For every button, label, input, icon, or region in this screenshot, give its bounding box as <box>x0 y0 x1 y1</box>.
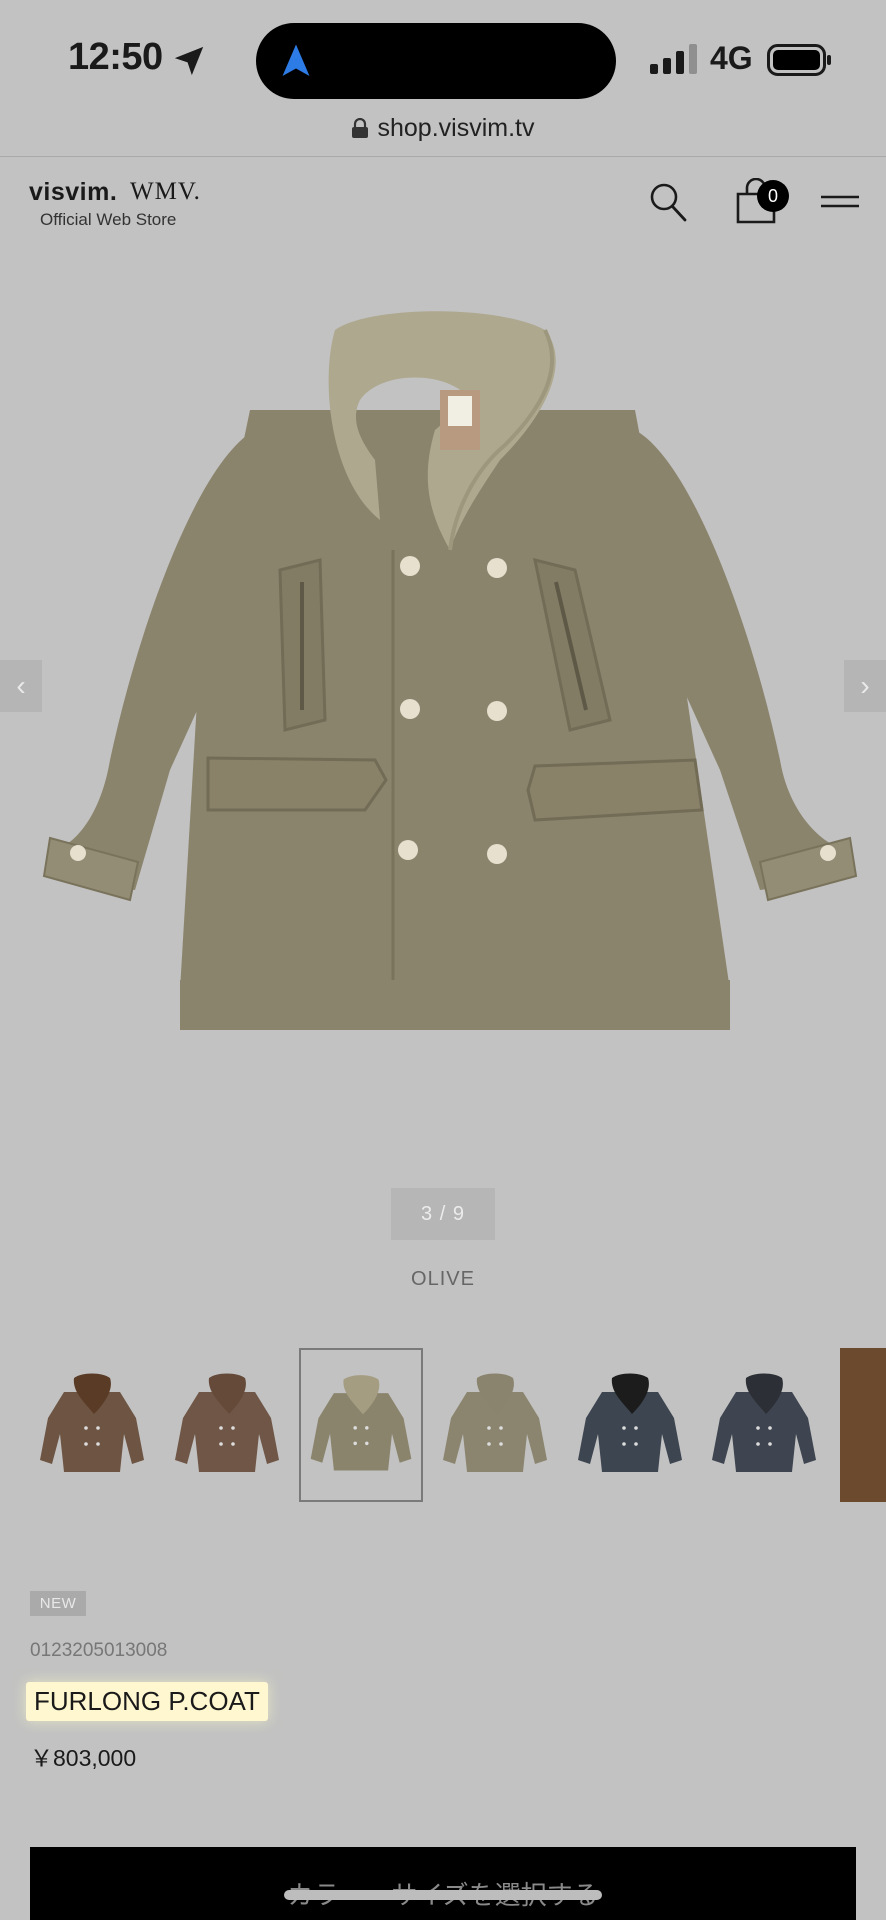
url-text: shop.visvim.tv <box>377 113 535 142</box>
color-name: OLIVE <box>411 1268 475 1290</box>
search-icon[interactable] <box>648 181 688 223</box>
thumb-navy[interactable] <box>702 1348 826 1502</box>
product-code: 0123205013008 <box>30 1640 168 1661</box>
wmv-logo[interactable]: WMV. <box>130 178 201 206</box>
next-image-button[interactable]: › <box>844 660 886 712</box>
thumb-olive[interactable] <box>433 1348 557 1502</box>
location-arrow-icon <box>174 46 204 76</box>
thumb-navy-black-collar[interactable] <box>568 1348 692 1502</box>
divider <box>0 156 886 157</box>
product-price: ￥803,000 <box>30 1745 137 1771</box>
navigation-arrow-icon <box>282 44 310 76</box>
battery-icon <box>767 44 831 76</box>
hamburger-menu-icon[interactable] <box>820 192 860 212</box>
thumb-olive-shearling[interactable] <box>299 1348 423 1502</box>
cellular-signal-icon <box>650 44 697 74</box>
thumb-brown-fur-collar[interactable] <box>30 1348 154 1502</box>
image-counter: 3 / 9 <box>391 1188 495 1240</box>
new-badge: NEW <box>30 1591 86 1616</box>
url-bar[interactable]: shop.visvim.tv <box>0 108 886 148</box>
select-color-size-button[interactable]: カラー・サイズを選択する <box>30 1847 856 1920</box>
network-type: 4G <box>710 40 753 76</box>
previous-image-button[interactable]: ‹ <box>0 660 42 712</box>
product-image[interactable] <box>30 290 860 1050</box>
thumb-brown[interactable] <box>165 1348 289 1502</box>
status-time: 12:50 <box>68 36 163 78</box>
store-subtitle: Official Web Store <box>40 210 177 229</box>
product-name: FURLONG P.COAT <box>26 1682 268 1721</box>
thumb-fabric-detail[interactable] <box>840 1348 886 1502</box>
dynamic-island <box>256 23 616 99</box>
visvim-logo[interactable]: visvim. <box>29 178 117 207</box>
home-indicator <box>284 1890 602 1900</box>
cart-count-badge[interactable]: 0 <box>757 180 789 212</box>
lock-icon <box>351 118 368 138</box>
